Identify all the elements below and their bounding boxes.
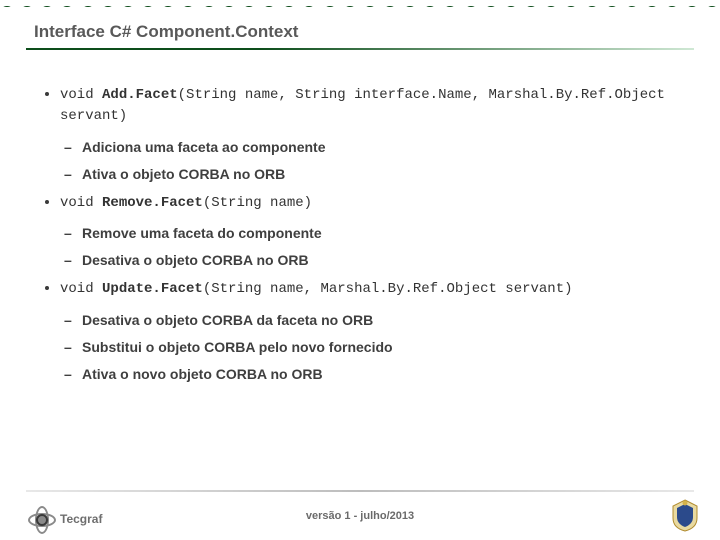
method-note: Adiciona uma faceta ao componente [82, 138, 690, 157]
method-note: Ativa o novo objeto CORBA no ORB [82, 365, 690, 384]
method-signature: void Update.Facet(String name, Marshal.B… [60, 281, 573, 297]
tecgraf-logo-text: Tecgraf [60, 512, 102, 526]
slide-body: void Add.Facet(String name, String inter… [46, 84, 690, 406]
method-item: void Remove.Facet(String name) Remove uma… [60, 192, 690, 271]
crest-icon [670, 498, 700, 532]
method-note: Ativa o objeto CORBA no ORB [82, 165, 690, 184]
method-item: void Add.Facet(String name, String inter… [60, 84, 690, 184]
method-item: void Update.Facet(String name, Marshal.B… [60, 278, 690, 384]
tecgraf-logo: Tecgraf [28, 506, 102, 532]
footer-line [26, 490, 694, 492]
method-signature: void Remove.Facet(String name) [60, 195, 312, 211]
title-underline [26, 48, 694, 50]
method-note: Substitui o objeto CORBA pelo novo forne… [82, 338, 690, 357]
footer-text: versão 1 - julho/2013 [0, 510, 720, 522]
method-signature: void Add.Facet(String name, String inter… [60, 87, 665, 124]
tecgraf-logo-icon [28, 506, 54, 532]
top-white-bar [0, 0, 720, 6]
method-note: Desativa o objeto CORBA da faceta no ORB [82, 311, 690, 330]
slide-title: Interface C# Component.Context [34, 22, 298, 42]
method-note: Desativa o objeto CORBA no ORB [82, 251, 690, 270]
method-note: Remove uma faceta do componente [82, 224, 690, 243]
